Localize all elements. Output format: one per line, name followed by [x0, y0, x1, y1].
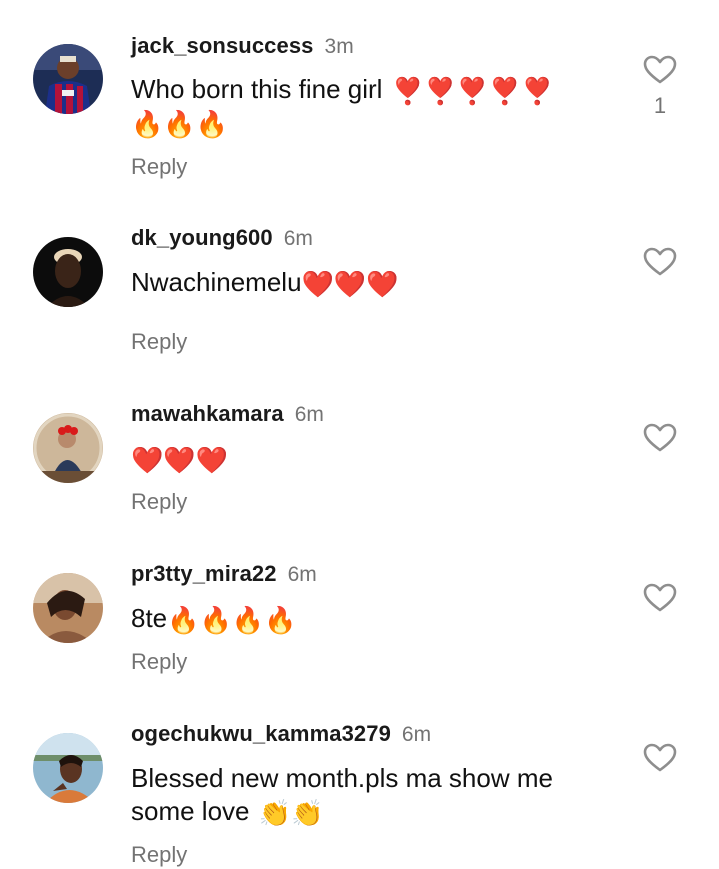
- comment-text: Nwachinemelu❤️❤️❤️: [131, 266, 611, 299]
- username[interactable]: mawahkamara: [131, 401, 284, 426]
- avatar[interactable]: [33, 237, 103, 307]
- comment-header: ogechukwu_kamma3279 6m: [131, 721, 431, 750]
- username[interactable]: ogechukwu_kamma3279: [131, 721, 391, 746]
- heart-outline-icon: [643, 55, 677, 84]
- username[interactable]: dk_young600: [131, 225, 273, 250]
- fire-emoji: 🔥🔥🔥: [131, 109, 229, 139]
- avatar[interactable]: [33, 733, 103, 803]
- avatar[interactable]: [33, 573, 103, 643]
- heart-exclamation-emoji: ❣️❣️❣️❣️❣️: [391, 76, 554, 106]
- comment-header: jack_sonsuccess 3m: [131, 33, 354, 62]
- heart-outline-icon: [643, 423, 677, 452]
- username[interactable]: pr3tty_mira22: [131, 561, 277, 586]
- comment-text: Blessed new month.pls ma show me some lo…: [131, 762, 611, 828]
- reply-button[interactable]: Reply: [131, 489, 187, 515]
- red-heart-emoji: ❤️❤️❤️: [131, 445, 229, 475]
- heart-outline-icon: [643, 743, 677, 772]
- comment-header: pr3tty_mira22 6m: [131, 561, 317, 590]
- comment-body: Blessed new month.pls ma show me: [131, 763, 553, 793]
- comment-header: dk_young600 6m: [131, 225, 313, 254]
- like-button[interactable]: [643, 743, 677, 773]
- fire-emoji: 🔥🔥🔥🔥: [167, 605, 297, 635]
- heart-outline-icon: [643, 247, 677, 276]
- comment-body: Who born this fine girl: [131, 74, 383, 104]
- comment-text: ❤️❤️❤️: [131, 442, 611, 475]
- like-button[interactable]: [643, 55, 677, 85]
- comment-text: 8te🔥🔥🔥🔥: [131, 602, 611, 635]
- like-button[interactable]: [643, 583, 677, 613]
- username[interactable]: jack_sonsuccess: [131, 33, 314, 58]
- red-heart-emoji: ❤️❤️❤️: [301, 269, 399, 299]
- comment-body-line2: some love: [131, 796, 250, 826]
- timestamp: 3m: [324, 35, 354, 58]
- comment-header: mawahkamara 6m: [131, 401, 324, 430]
- reply-button[interactable]: Reply: [131, 154, 187, 180]
- timestamp: 6m: [283, 227, 313, 250]
- avatar[interactable]: [33, 413, 103, 483]
- like-button[interactable]: [643, 247, 677, 277]
- comment-body: Nwachinemelu: [131, 267, 302, 297]
- heart-outline-icon: [643, 583, 677, 612]
- timestamp: 6m: [401, 723, 432, 746]
- like-button[interactable]: [643, 423, 677, 453]
- reply-button[interactable]: Reply: [131, 329, 187, 355]
- timestamp: 6m: [287, 563, 317, 586]
- reply-button[interactable]: Reply: [131, 842, 187, 868]
- like-count: 1: [653, 93, 667, 118]
- avatar[interactable]: [33, 44, 103, 114]
- comment-text: Who born this fine girl ❣️❣️❣️❣️❣️ 🔥🔥🔥: [131, 73, 611, 139]
- timestamp: 6m: [294, 403, 324, 426]
- comment-body: 8te: [131, 603, 168, 633]
- clapping-hands-emoji: 👏👏: [258, 798, 324, 828]
- reply-button[interactable]: Reply: [131, 649, 187, 675]
